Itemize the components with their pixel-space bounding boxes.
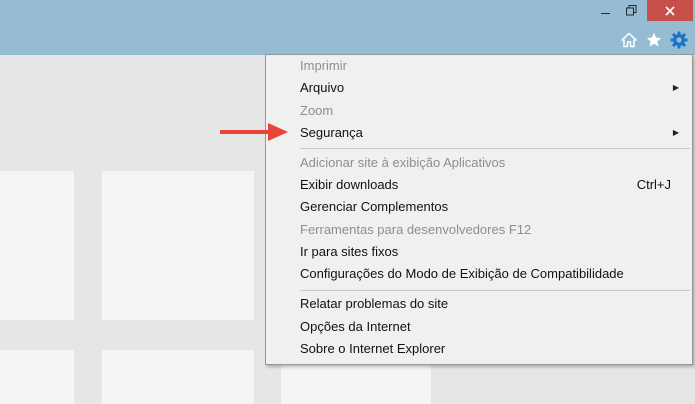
restore-icon bbox=[625, 5, 636, 16]
site-tile[interactable] bbox=[281, 365, 431, 404]
tools-button[interactable] bbox=[669, 30, 689, 50]
site-tile[interactable] bbox=[102, 171, 254, 320]
menu-separator bbox=[300, 148, 690, 149]
close-button[interactable] bbox=[647, 0, 693, 21]
title-bar bbox=[0, 0, 695, 55]
menu-item-label: Sobre o Internet Explorer bbox=[300, 341, 446, 356]
menu-item-label: Gerenciar Complementos bbox=[300, 199, 449, 214]
menu-item-exibir-downloads[interactable]: Exibir downloads Ctrl+J bbox=[266, 174, 692, 196]
menu-separator bbox=[300, 290, 690, 291]
menu-item-label: Configurações do Modo de Exibição de Com… bbox=[300, 266, 624, 281]
menu-item-label: Zoom bbox=[300, 103, 334, 118]
menu-item-label: Arquivo bbox=[300, 80, 345, 95]
menu-item-seguranca[interactable]: Segurança ▶ bbox=[266, 122, 692, 144]
menu-item-gerenciar-complementos[interactable]: Gerenciar Complementos bbox=[266, 196, 692, 218]
home-button[interactable] bbox=[619, 30, 639, 50]
menu-item-adicionar-site[interactable]: Adicionar site à exibição Aplicativos bbox=[266, 152, 692, 174]
minimize-icon bbox=[600, 13, 610, 14]
site-tile[interactable] bbox=[0, 350, 74, 404]
site-tile[interactable] bbox=[0, 171, 74, 320]
site-tile[interactable] bbox=[102, 350, 254, 404]
minimize-button[interactable] bbox=[592, 0, 618, 21]
close-icon bbox=[665, 5, 675, 16]
menu-item-label: Opções da Internet bbox=[300, 319, 411, 334]
menu-item-sobre-ie[interactable]: Sobre o Internet Explorer bbox=[266, 338, 692, 360]
menu-item-label: Ir para sites fixos bbox=[300, 244, 399, 259]
menu-item-label: Relatar problemas do site bbox=[300, 296, 449, 311]
menu-item-shortcut: Ctrl+J bbox=[636, 177, 671, 192]
menu-item-sites-fixos[interactable]: Ir para sites fixos bbox=[266, 241, 692, 263]
submenu-arrow-icon: ▶ bbox=[672, 83, 679, 92]
submenu-arrow-icon: ▶ bbox=[672, 128, 679, 137]
menu-item-arquivo[interactable]: Arquivo ▶ bbox=[266, 77, 692, 99]
tools-menu: Imprimir Arquivo ▶ Zoom Segurança ▶ Adic… bbox=[265, 54, 693, 365]
menu-item-label: Imprimir bbox=[300, 58, 347, 73]
menu-item-label: Exibir downloads bbox=[300, 177, 399, 192]
menu-item-relatar-problemas[interactable]: Relatar problemas do site bbox=[266, 293, 692, 315]
gear-icon bbox=[670, 31, 688, 49]
home-icon bbox=[621, 32, 637, 48]
menu-item-label: Adicionar site à exibição Aplicativos bbox=[300, 155, 506, 170]
menu-item-compatibilidade[interactable]: Configurações do Modo de Exibição de Com… bbox=[266, 263, 692, 285]
menu-item-ferramentas-f12[interactable]: Ferramentas para desenvolvedores F12 bbox=[266, 219, 692, 241]
menu-item-opcoes-internet[interactable]: Opções da Internet bbox=[266, 316, 692, 338]
menu-item-label: Segurança bbox=[300, 125, 363, 140]
menu-item-zoom[interactable]: Zoom bbox=[266, 100, 692, 122]
favorites-button[interactable] bbox=[644, 30, 664, 50]
menu-item-label: Ferramentas para desenvolvedores F12 bbox=[300, 222, 532, 237]
menu-item-imprimir[interactable]: Imprimir bbox=[266, 55, 692, 77]
red-arrow-annotation bbox=[220, 123, 288, 141]
star-icon bbox=[646, 32, 662, 47]
restore-button[interactable] bbox=[618, 0, 644, 21]
